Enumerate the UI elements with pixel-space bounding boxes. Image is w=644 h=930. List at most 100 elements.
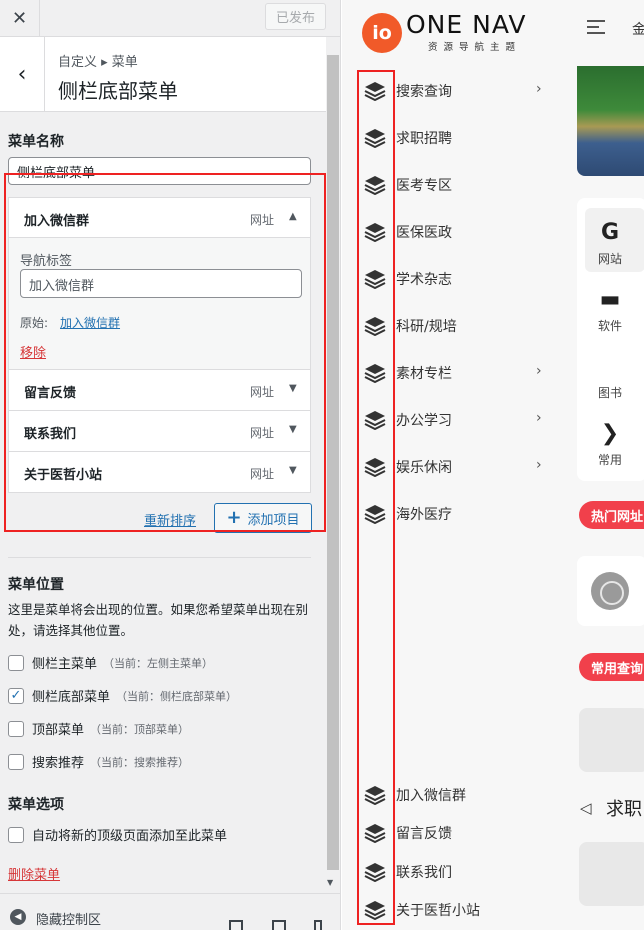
sidebar-bottom-item[interactable]: 关于医哲小站 — [364, 898, 564, 922]
sidebar-nav-label: 求职招聘 — [396, 131, 452, 147]
layers-icon — [364, 223, 386, 242]
expand-arrow-icon[interactable]: ▼ — [289, 424, 297, 435]
hot-sites-pill[interactable]: 热门网址 — [579, 501, 644, 529]
sidebar-nav-item[interactable]: 求职招聘 — [364, 126, 564, 150]
location-option-label: 侧栏主菜单 — [32, 657, 98, 672]
sidebar-nav-label: 海外医疗 — [396, 507, 452, 523]
location-option[interactable]: ✓ 侧栏底部菜单 （当前：侧栏底部菜单） — [8, 686, 237, 705]
chevron-left-icon: ‹ — [17, 62, 27, 87]
add-item-button[interactable]: + 添加项目 — [214, 503, 312, 533]
site-card[interactable] — [577, 556, 644, 626]
location-option-current: （当前：侧栏底部菜单） — [116, 689, 238, 703]
sidebar-nav-label: 科研/规培 — [396, 319, 457, 335]
tag-icon: ◁ — [580, 799, 592, 817]
tab-label: 软件 — [597, 319, 622, 333]
expand-arrow-icon[interactable]: ▼ — [289, 465, 297, 476]
mobile-icon[interactable] — [314, 920, 322, 930]
remove-item-link[interactable]: 移除 — [20, 342, 46, 361]
tab-common[interactable]: ❯ 常用 — [585, 409, 644, 473]
menu-item[interactable]: 留言反馈 网址 ▼ — [8, 370, 311, 411]
tablet-icon[interactable] — [272, 920, 286, 930]
collapse-icon[interactable]: ◀ — [10, 909, 26, 925]
sidebar-nav-item[interactable]: 医考专区 — [364, 173, 564, 197]
auto-add-label: 自动将新的顶级页面添加至此菜单 — [32, 829, 228, 844]
scroll-down-icon[interactable]: ▼ — [327, 878, 333, 887]
auto-add-option[interactable]: 自动将新的顶级页面添加至此菜单 — [8, 825, 227, 844]
location-option[interactable]: 顶部菜单 （当前：顶部菜单） — [8, 719, 189, 738]
sidebar-bottom-item[interactable]: 加入微信群 — [364, 783, 564, 807]
tab-books[interactable]: 图书 — [585, 342, 644, 406]
original-link[interactable]: 加入微信群 — [60, 314, 120, 331]
menu-item-type: 网址 — [250, 426, 275, 440]
sidebar-nav-item[interactable]: 学术杂志 — [364, 267, 564, 291]
layers-icon — [364, 901, 386, 920]
sidebar-bottom-label: 关于医哲小站 — [396, 903, 480, 919]
sidebar-nav-item[interactable]: 科研/规培 — [364, 314, 564, 338]
layers-icon — [364, 129, 386, 148]
scrollbar-thumb[interactable] — [327, 55, 339, 870]
bolt-icon: ❯ — [600, 421, 620, 446]
tab-website[interactable]: G 网站 — [585, 208, 644, 272]
site-logo[interactable]: io ONE NAV 资源导航主题 — [362, 10, 542, 53]
sidebar-nav-item[interactable]: 素材专栏 › — [364, 361, 564, 385]
menu-name-input[interactable]: 侧栏底部菜单 — [8, 157, 311, 185]
delete-menu-link[interactable]: 删除菜单 — [8, 864, 60, 883]
common-query-pill[interactable]: 常用查询 — [579, 653, 644, 681]
sidebar-nav-label: 医保医政 — [396, 225, 452, 241]
hide-controls-button[interactable]: 隐藏控制区 — [36, 909, 101, 928]
sidebar-nav-item[interactable]: 医保医政 — [364, 220, 564, 244]
close-customizer-button[interactable]: ✕ — [0, 0, 40, 36]
hamburger-icon[interactable] — [587, 20, 605, 34]
tab-label: 图书 — [597, 386, 622, 400]
sidebar-nav-item[interactable]: 娱乐休闲 › — [364, 455, 564, 479]
layers-icon — [364, 411, 386, 430]
checkbox[interactable] — [8, 654, 24, 671]
sidebar-nav-item[interactable]: 搜索查询 › — [364, 79, 564, 103]
plus-icon: + — [226, 507, 242, 528]
menu-items-list: 加入微信群 网址 ▲ 导航标签 加入微信群 原始: 加入微信群 移除 留言反馈 … — [8, 197, 311, 493]
menu-item-settings: 导航标签 加入微信群 原始: 加入微信群 移除 — [8, 238, 311, 370]
globe-icon — [591, 572, 629, 610]
original-label: 原始: — [20, 316, 49, 330]
menu-item[interactable]: 联系我们 网址 ▼ — [8, 411, 311, 452]
checkbox[interactable] — [8, 826, 24, 843]
sidebar-bottom-label: 联系我们 — [396, 865, 452, 881]
checkbox[interactable] — [8, 720, 24, 737]
tab-label: 常用 — [597, 453, 622, 467]
sidebar-bottom-item[interactable]: 留言反馈 — [364, 821, 564, 845]
sidebar-bottom-item[interactable]: 联系我们 — [364, 860, 564, 884]
layers-icon — [364, 176, 386, 195]
collapse-arrow-icon[interactable]: ▲ — [289, 211, 297, 222]
location-option-label: 侧栏底部菜单 — [32, 690, 111, 705]
location-option-current: （当前：左侧主菜单） — [103, 656, 214, 670]
layers-icon — [364, 270, 386, 289]
top-nav-item[interactable]: 金 — [632, 19, 644, 39]
close-icon: ✕ — [11, 7, 28, 29]
site-preview: io ONE NAV 资源导航主题 金 G 网站 ▬ 软件 图书 ❯ 常用 热门… — [342, 0, 644, 930]
menu-item[interactable]: 加入微信群 网址 ▲ — [8, 197, 311, 238]
reorder-link[interactable]: 重新排序 — [144, 510, 196, 529]
add-item-label: 添加项目 — [247, 512, 300, 528]
menu-item[interactable]: 关于医哲小站 网址 ▼ — [8, 452, 311, 493]
location-option[interactable]: 侧栏主菜单 （当前：左侧主菜单） — [8, 653, 213, 672]
sidebar-nav-item[interactable]: 海外医疗 — [364, 502, 564, 526]
desktop-icon[interactable] — [229, 920, 243, 930]
tab-software[interactable]: ▬ 软件 — [585, 275, 644, 339]
location-option[interactable]: 搜索推荐 （当前：搜索推荐） — [8, 752, 189, 771]
back-button[interactable]: ‹ — [0, 37, 45, 112]
menu-item-title: 加入微信群 — [24, 214, 90, 229]
category-tabs: G 网站 ▬ 软件 图书 ❯ 常用 — [577, 198, 644, 481]
checkbox[interactable] — [8, 753, 24, 770]
sidebar-nav-label: 办公学习 — [396, 413, 452, 429]
publish-button[interactable]: 已发布 — [265, 3, 326, 30]
nav-label-input[interactable]: 加入微信群 — [20, 269, 302, 298]
sidebar-nav-label: 学术杂志 — [396, 272, 452, 288]
checkbox-checked[interactable]: ✓ — [8, 687, 24, 704]
menu-item-title: 关于医哲小站 — [24, 468, 103, 483]
sidebar-nav-item[interactable]: 办公学习 › — [364, 408, 564, 432]
expand-arrow-icon[interactable]: ▼ — [289, 383, 297, 394]
layers-icon — [364, 458, 386, 477]
logo-text: ONE NAV — [406, 10, 527, 39]
divider — [8, 557, 311, 558]
layers-icon — [364, 824, 386, 843]
